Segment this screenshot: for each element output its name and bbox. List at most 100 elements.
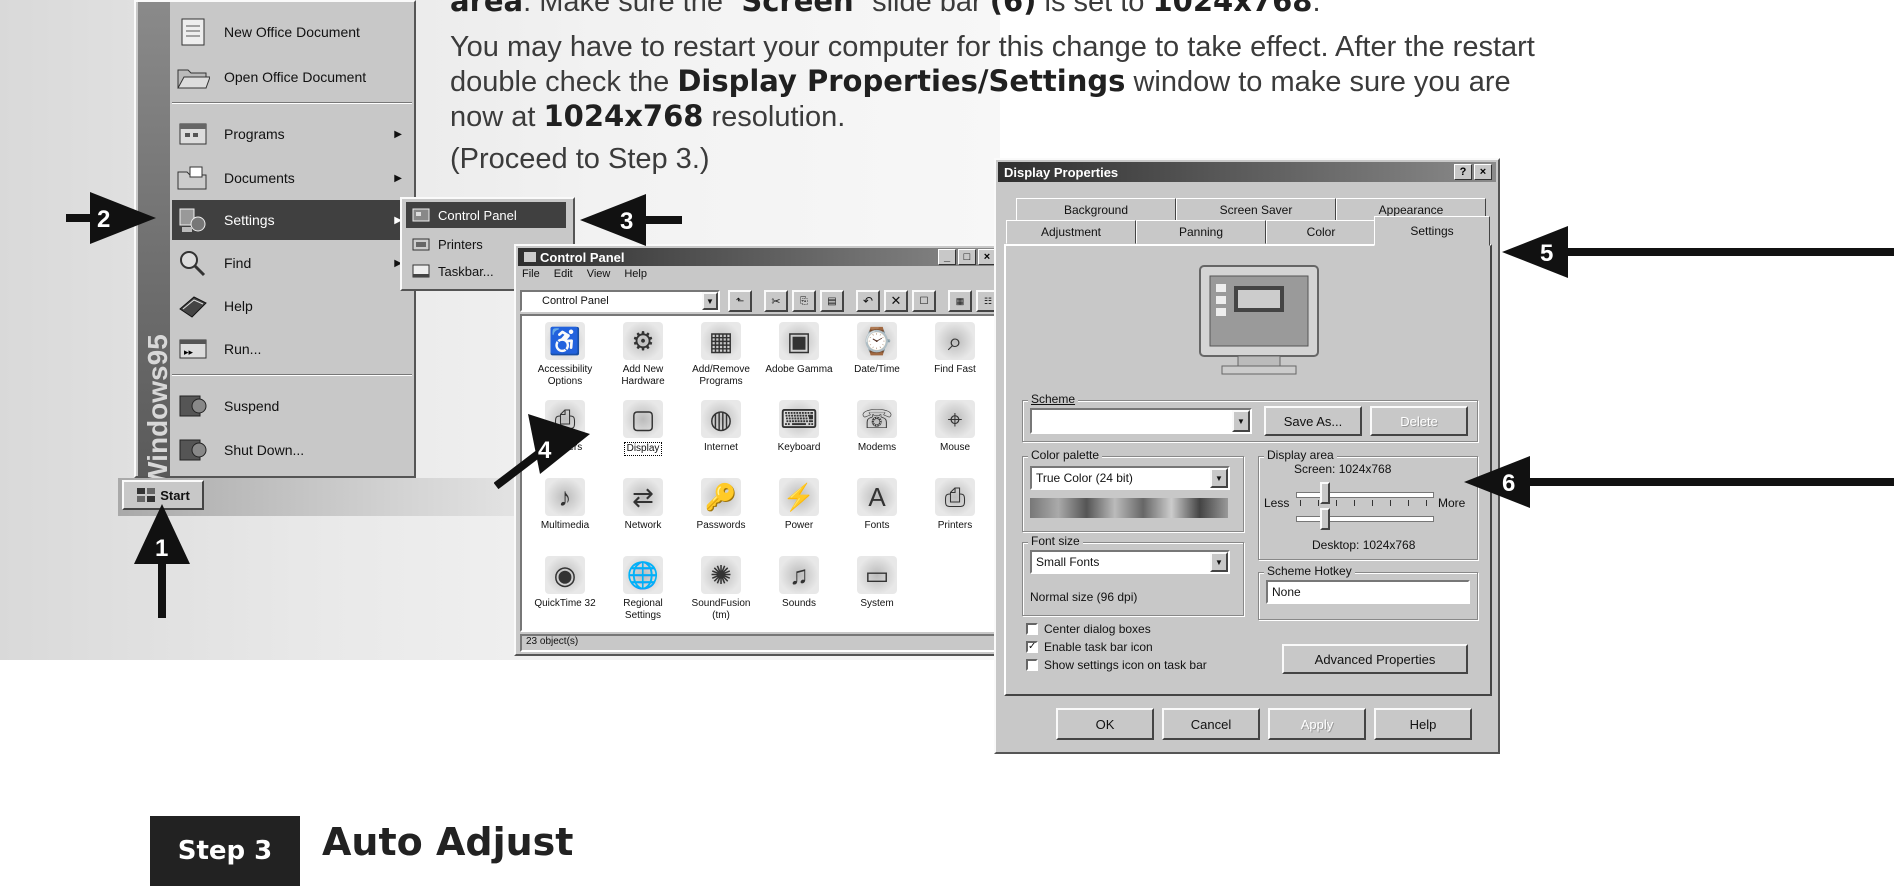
menu-item-suspend[interactable]: Suspend: [172, 386, 412, 426]
menu-item-settings[interactable]: Settings ▶: [172, 200, 412, 240]
copy-icon[interactable]: ⎘: [792, 290, 816, 312]
control-panel-item-sounds[interactable]: ♫ Sounds: [760, 556, 838, 626]
properties-icon[interactable]: ☐: [912, 290, 936, 312]
menu-file[interactable]: File: [522, 268, 540, 280]
menu-help[interactable]: Help: [624, 268, 647, 280]
control-panel-item-regional-settings[interactable]: 🌐 Regional Settings: [604, 556, 682, 626]
menu-item-help[interactable]: Help: [172, 286, 412, 326]
screen-slider-thumb[interactable]: [1320, 482, 1330, 504]
menu-item-run[interactable]: ▸▸ Run...: [172, 329, 412, 369]
tab-background[interactable]: Background: [1016, 198, 1176, 222]
control-panel-item-fonts[interactable]: A Fonts: [838, 478, 916, 548]
show-settings-icon-checkbox[interactable]: Show settings icon on task bar: [1026, 658, 1207, 672]
new-document-icon: [181, 18, 205, 46]
ok-button[interactable]: OK: [1056, 708, 1154, 740]
cut-icon[interactable]: ✂: [764, 290, 788, 312]
center-dialog-boxes-checkbox[interactable]: Center dialog boxes: [1026, 622, 1151, 636]
close-button[interactable]: ×: [1474, 164, 1492, 180]
scheme-hotkey-input[interactable]: None: [1266, 580, 1470, 604]
control-panel-item-add-remove-programs[interactable]: ▦ Add/Remove Programs: [682, 322, 760, 392]
tab-screen-saver[interactable]: Screen Saver: [1176, 198, 1336, 222]
control-panel-item-label: Find Fast: [934, 364, 976, 375]
control-panel-item-display[interactable]: ▢ Display: [604, 400, 682, 470]
control-panel-item-label-line2: Hardware: [621, 376, 665, 387]
tab-color[interactable]: Color: [1266, 220, 1376, 244]
control-panel-item-network[interactable]: ⇄ Network: [604, 478, 682, 548]
callout-label-2: 2: [97, 206, 110, 233]
callout-label-6: 6: [1502, 470, 1515, 497]
control-panel-titlebar: Control Panel _ □ ×: [518, 248, 1000, 266]
delete-icon[interactable]: ✕: [884, 290, 908, 312]
control-panel-item-label-line2: Programs: [699, 376, 743, 387]
control-panel-item-soundfusion-tm[interactable]: ✺ SoundFusion (tm): [682, 556, 760, 626]
desktop-slider-track[interactable]: [1296, 516, 1434, 522]
checkbox-box[interactable]: [1026, 659, 1038, 671]
dropdown-arrow-icon[interactable]: ▼: [1210, 468, 1228, 488]
control-panel-item-system[interactable]: ▭ System: [838, 556, 916, 626]
paste-icon[interactable]: ▤: [820, 290, 844, 312]
printers-folder-icon: [412, 238, 430, 251]
accessibility-options-icon: ♿: [545, 322, 585, 360]
scheme-dropdown[interactable]: ▼: [1030, 408, 1252, 434]
tab-settings[interactable]: Settings: [1374, 216, 1490, 246]
control-panel-item-internet[interactable]: ◍ Internet: [682, 400, 760, 470]
control-panel-item-modems[interactable]: ☏ Modems: [838, 400, 916, 470]
menu-item-programs[interactable]: Programs ▶: [172, 114, 412, 154]
apply-button[interactable]: Apply: [1268, 708, 1366, 740]
advanced-properties-button[interactable]: Advanced Properties: [1282, 644, 1468, 674]
control-panel-item-passwords[interactable]: 🔑 Passwords: [682, 478, 760, 548]
callout-label-1: 1: [155, 535, 168, 562]
color-palette-dropdown[interactable]: True Color (24 bit) ▼: [1030, 466, 1230, 490]
menu-item-documents[interactable]: Documents ▶: [172, 158, 412, 198]
up-folder-icon[interactable]: ⬑: [728, 290, 752, 312]
large-icons-view-icon[interactable]: ▦: [948, 290, 972, 312]
tab-panning[interactable]: Panning: [1136, 220, 1266, 244]
help-button[interactable]: Help: [1374, 708, 1472, 740]
control-panel-item-quicktime-32[interactable]: ◉ QuickTime 32: [526, 556, 604, 626]
dropdown-arrow-icon[interactable]: ▼: [1232, 410, 1250, 432]
screen-slider-track[interactable]: [1296, 492, 1434, 498]
control-panel-item-keyboard[interactable]: ⌨ Keyboard: [760, 400, 838, 470]
control-panel-item-mouse[interactable]: ⌖ Mouse: [916, 400, 994, 470]
dropdown-arrow-icon[interactable]: ▼: [1210, 552, 1228, 572]
network-icon: ⇄: [623, 478, 663, 516]
modems-icon: ☏: [857, 400, 897, 438]
maximize-button[interactable]: □: [958, 249, 976, 265]
control-panel-item-adobe-gamma[interactable]: ▣ Adobe Gamma: [760, 322, 838, 392]
control-panel-item-power[interactable]: ⚡ Power: [760, 478, 838, 548]
address-dropdown[interactable]: Control Panel ▼: [520, 290, 720, 312]
menu-item-new-office-document[interactable]: New Office Document: [172, 12, 412, 52]
menu-item-shut-down[interactable]: Shut Down...: [172, 430, 412, 470]
control-panel-item-find-fast[interactable]: ⌕ Find Fast: [916, 322, 994, 392]
dropdown-arrow-icon[interactable]: ▼: [702, 292, 718, 310]
checkbox-checked[interactable]: ✓: [1026, 641, 1038, 653]
tab-adjustment[interactable]: Adjustment: [1006, 220, 1136, 244]
checkbox-box[interactable]: [1026, 623, 1038, 635]
menu-view[interactable]: View: [587, 268, 611, 280]
enable-task-bar-icon-checkbox[interactable]: ✓ Enable task bar icon: [1026, 640, 1153, 654]
help-question-button[interactable]: ?: [1454, 164, 1472, 180]
control-panel-item-date-time[interactable]: ⌚ Date/Time: [838, 322, 916, 392]
callout-arrow-2: 2: [66, 192, 156, 244]
submenu-item-control-panel[interactable]: Control Panel: [406, 202, 566, 228]
cancel-button[interactable]: Cancel: [1162, 708, 1260, 740]
menu-item-open-office-document[interactable]: Open Office Document: [172, 57, 412, 97]
keyboard-icon: ⌨: [779, 400, 819, 438]
save-as-button[interactable]: Save As...: [1264, 406, 1362, 436]
status-bar: 23 object(s): [520, 634, 1000, 652]
instruction-line-1: area. Make sure the "Screen" slide bar (…: [450, 0, 1321, 18]
passwords-icon: 🔑: [701, 478, 741, 516]
menu-edit[interactable]: Edit: [554, 268, 573, 280]
menu-item-find[interactable]: Find ▶: [172, 243, 412, 283]
minimize-button[interactable]: _: [938, 249, 956, 265]
control-panel-item-add-new-hardware[interactable]: ⚙ Add New Hardware: [604, 322, 682, 392]
undo-icon[interactable]: ↶: [856, 290, 880, 312]
control-panel-item-accessibility-options[interactable]: ♿ Accessibility Options: [526, 322, 604, 392]
control-panel-item-printers[interactable]: ⎙ Printers: [916, 478, 994, 548]
desktop-slider-thumb[interactable]: [1320, 508, 1330, 530]
display-icon: ▢: [623, 400, 663, 438]
delete-button[interactable]: Delete: [1370, 406, 1468, 436]
font-size-dropdown[interactable]: Small Fonts ▼: [1030, 550, 1230, 574]
menu-separator: [172, 374, 412, 376]
control-panel-item-label: Date/Time: [854, 364, 900, 375]
